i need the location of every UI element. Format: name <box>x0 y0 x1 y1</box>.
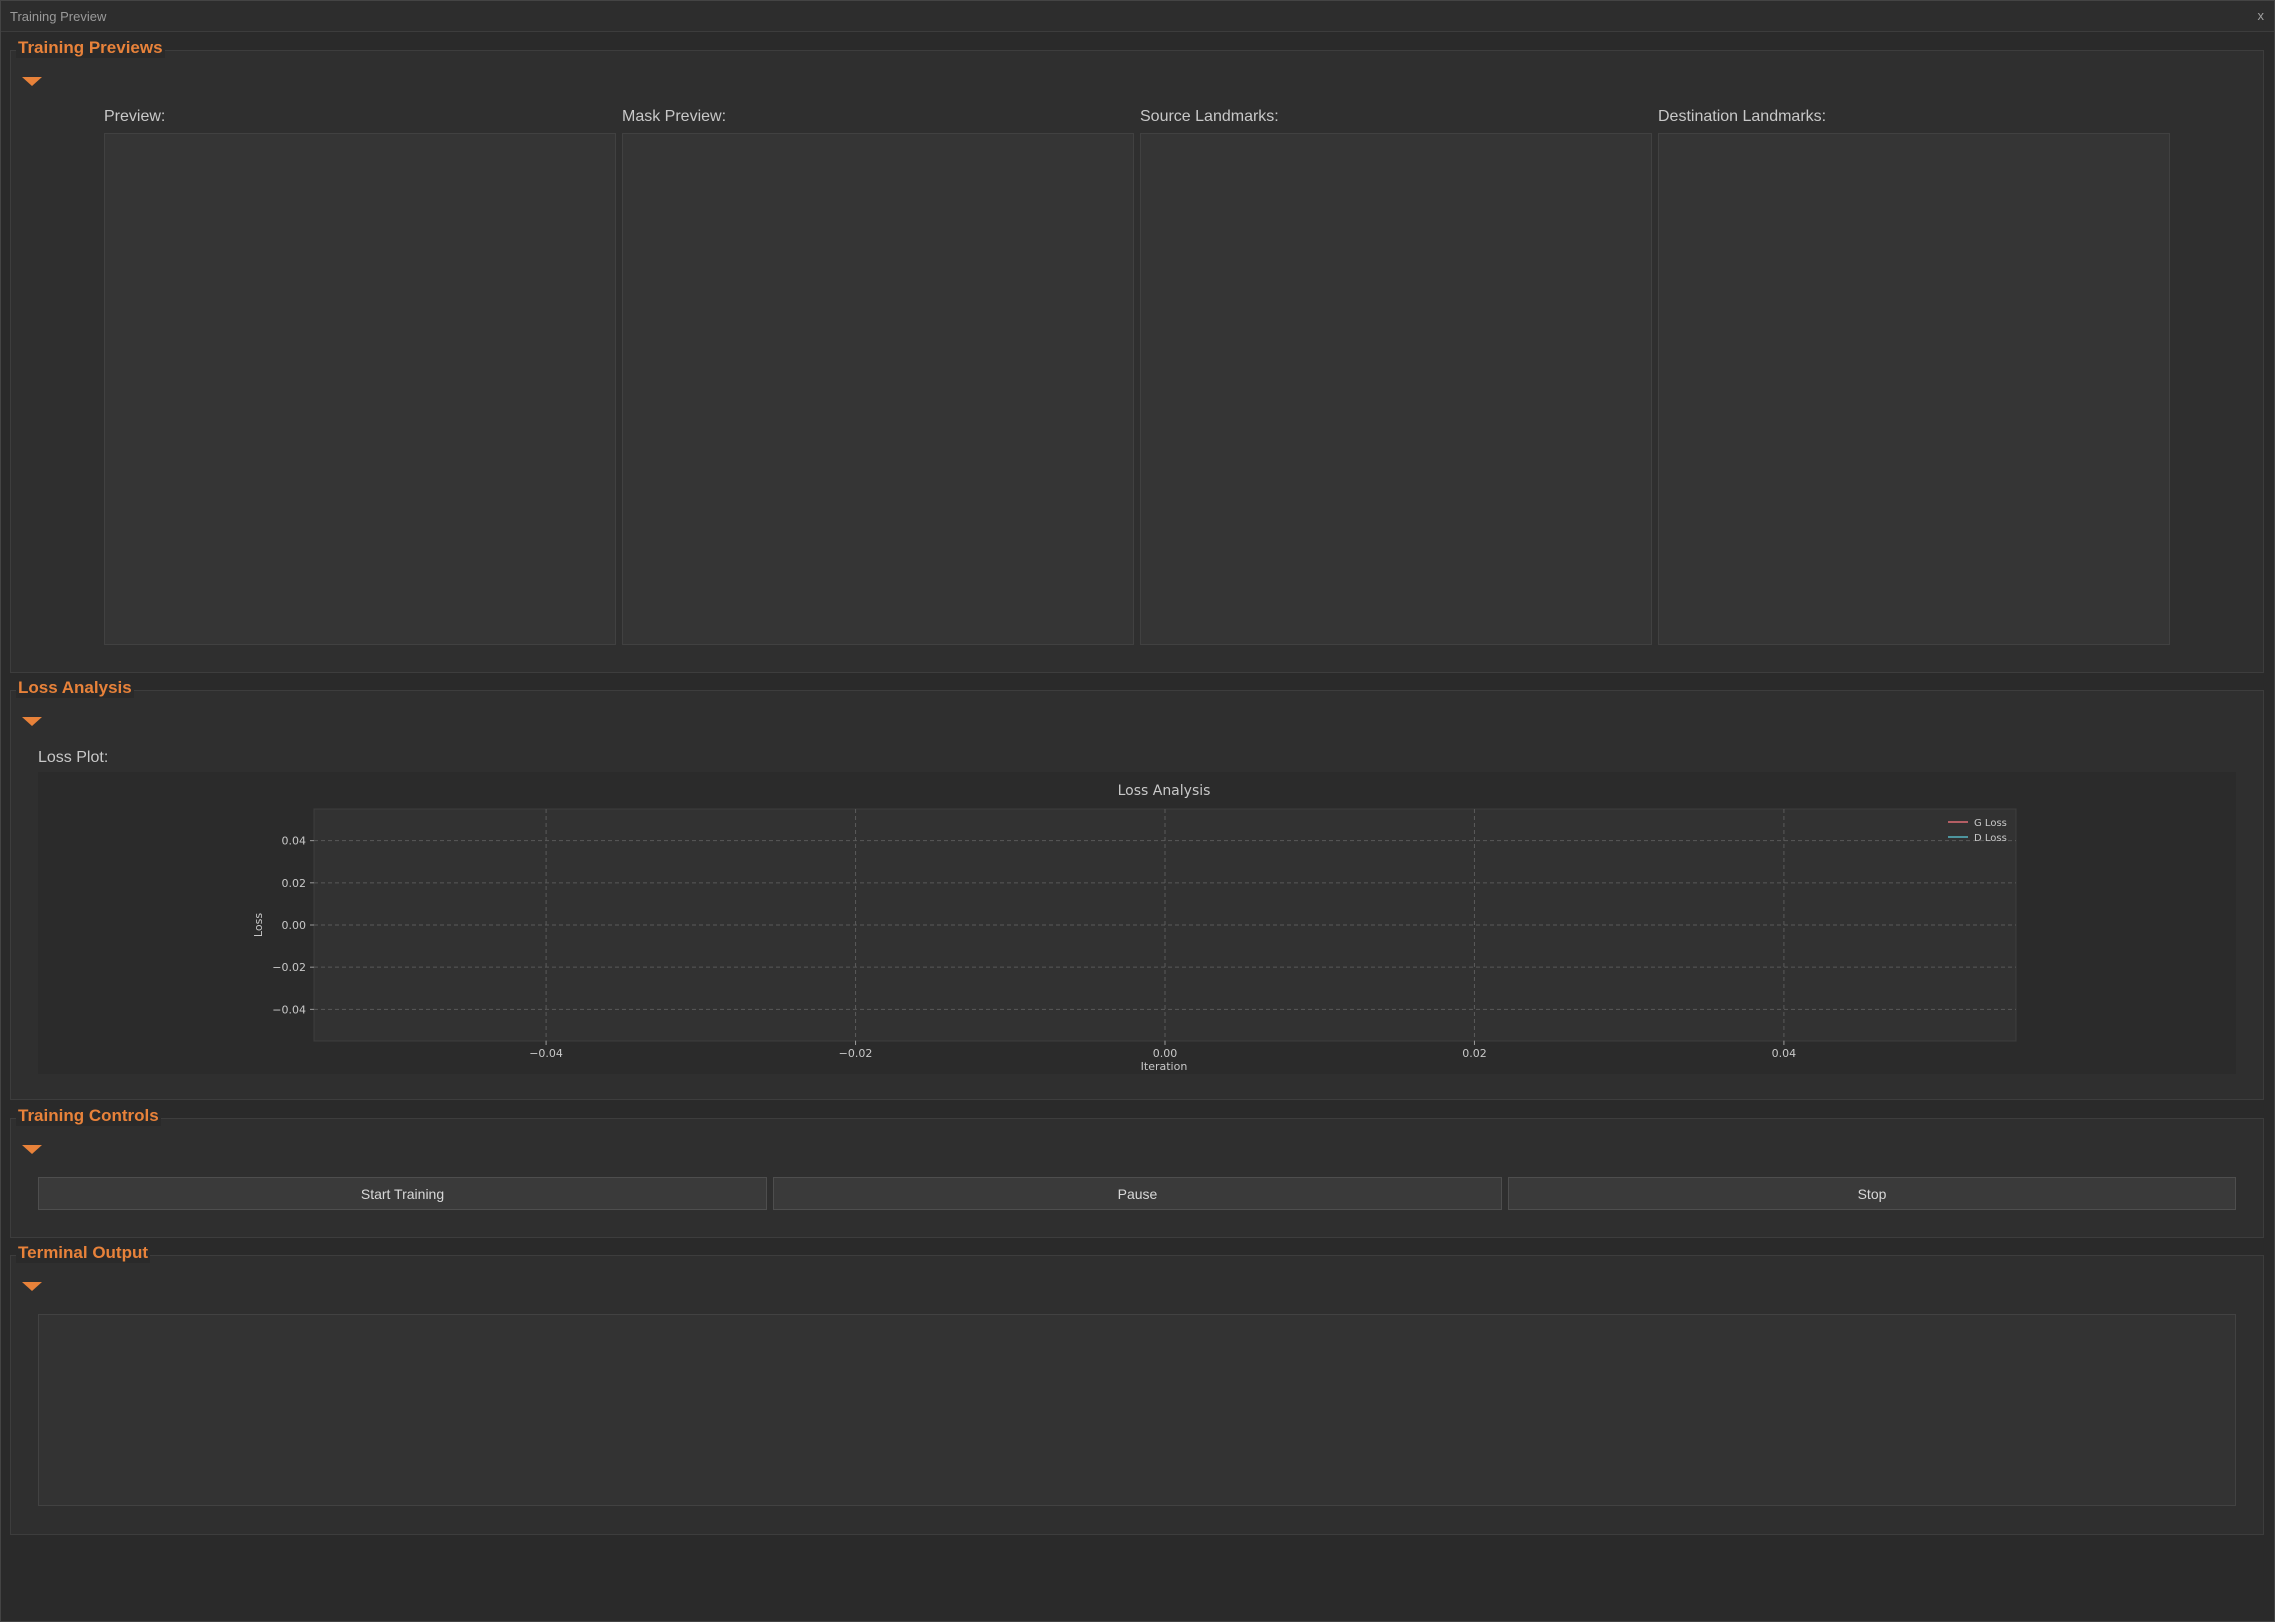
destination-landmarks-image <box>1658 133 2170 645</box>
x-tick-label: −0.02 <box>839 1047 873 1060</box>
loss-analysis-title: Loss Analysis <box>16 678 134 698</box>
mask-preview-image <box>622 133 1134 645</box>
collapse-toggle-icon[interactable] <box>22 1282 42 1291</box>
training-controls-title: Training Controls <box>16 1106 161 1126</box>
source-landmarks-image <box>1140 133 1652 645</box>
start-training-button[interactable]: Start Training <box>38 1177 767 1210</box>
terminal-output-title: Terminal Output <box>16 1243 151 1263</box>
y-tick-label: −0.04 <box>272 1003 306 1016</box>
y-tick-label: 0.02 <box>282 877 307 890</box>
title-bar: Training Preview x <box>1 1 2274 32</box>
collapse-toggle-icon[interactable] <box>22 77 42 86</box>
y-axis-label: Loss <box>252 913 265 937</box>
preview-image <box>104 133 616 645</box>
x-tick-label: 0.04 <box>1772 1047 1797 1060</box>
y-tick-label: 0.00 <box>282 919 307 932</box>
y-tick-label: −0.02 <box>272 961 306 974</box>
x-axis-label: Iteration <box>1141 1060 1188 1073</box>
x-tick-label: −0.04 <box>529 1047 563 1060</box>
training-previews-title: Training Previews <box>16 38 165 58</box>
collapse-toggle-icon[interactable] <box>22 717 42 726</box>
legend-entry: G Loss <box>1974 818 2007 829</box>
mask-preview-label: Mask Preview: <box>622 108 727 125</box>
x-tick-label: 0.00 <box>1153 1047 1178 1060</box>
pause-button[interactable]: Pause <box>773 1177 1502 1210</box>
destination-landmarks-label: Destination Landmarks: <box>1658 108 1827 125</box>
terminal-output[interactable] <box>38 1314 2236 1506</box>
loss-plot-label: Loss Plot: <box>38 749 109 766</box>
close-icon[interactable]: x <box>2258 8 2265 23</box>
window-title: Training Preview <box>10 9 107 24</box>
x-tick-label: 0.02 <box>1462 1047 1487 1060</box>
preview-label: Preview: <box>104 108 166 125</box>
loss-chart: Loss Analysis −0.04 −0.02 0.00 0.02 0.04 0.04… <box>252 783 2017 1073</box>
stop-button[interactable]: Stop <box>1508 1177 2236 1210</box>
loss-plot-canvas: Loss Analysis −0.04 −0.02 0.00 0.02 0.04 0.04… <box>38 772 2236 1074</box>
collapse-toggle-icon[interactable] <box>22 1145 42 1154</box>
legend-entry: D Loss <box>1974 833 2007 844</box>
y-tick-label: 0.04 <box>282 835 307 848</box>
chart-title: Loss Analysis <box>1118 783 1211 799</box>
source-landmarks-label: Source Landmarks: <box>1140 108 1279 125</box>
